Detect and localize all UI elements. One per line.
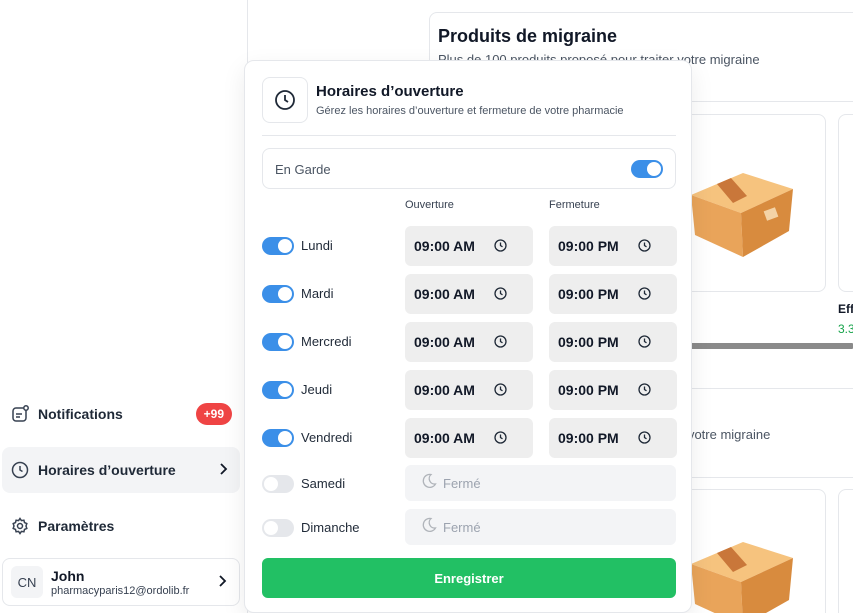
opening-time-mercredi[interactable]: 09:00 AM <box>405 322 533 362</box>
clock-icon <box>494 287 507 305</box>
clock-icon <box>638 287 651 305</box>
sidebar: Notifications +99 Horaires d’ouverture P… <box>0 0 248 613</box>
clock-icon <box>638 239 651 257</box>
box-icon <box>691 542 793 613</box>
product-card[interactable] <box>838 114 853 292</box>
on-duty-label: En Garde <box>275 162 331 177</box>
clock-icon <box>10 460 30 480</box>
avatar: CN <box>11 566 43 598</box>
opening-time-lundi[interactable]: 09:00 AM <box>405 226 533 266</box>
chevron-right-icon <box>218 462 228 479</box>
notification-badge: +99 <box>195 403 232 425</box>
chevron-right-icon <box>217 574 227 593</box>
day-label: Samedi <box>301 476 346 491</box>
popover-title: Horaires d’ouverture <box>316 83 464 100</box>
clock-icon <box>494 239 507 257</box>
notification-icon <box>10 404 30 424</box>
closing-time-mercredi[interactable]: 09:00 PM <box>549 322 677 362</box>
product-value: 3.3 <box>838 322 853 336</box>
sidebar-item-settings[interactable]: Paramètres <box>2 503 240 549</box>
sidebar-item-label: Paramètres <box>38 518 115 534</box>
opening-hours-popover: Horaires d’ouverture Gérez les horaires … <box>244 60 692 613</box>
opening-column-header: Ouverture <box>405 199 454 211</box>
product-name: Eff <box>838 302 853 316</box>
day-label: Vendredi <box>301 430 353 445</box>
clock-icon <box>494 383 507 401</box>
divider <box>262 135 676 136</box>
sidebar-item-label: Horaires d’ouverture <box>38 462 176 478</box>
popover-subtitle: Gérez les horaires d’ouverture et fermet… <box>316 105 624 117</box>
section-subtitle: r votre migraine <box>680 427 771 442</box>
closing-time-lundi[interactable]: 09:00 PM <box>549 226 677 266</box>
closing-time-mardi[interactable]: 09:00 PM <box>549 274 677 314</box>
day-toggle-vendredi[interactable] <box>262 429 294 447</box>
day-label: Mardi <box>301 286 334 301</box>
day-toggle-jeudi[interactable] <box>262 381 294 399</box>
day-label: Jeudi <box>301 382 333 397</box>
sidebar-item-opening-hours[interactable]: Horaires d’ouverture <box>2 447 240 493</box>
opening-time-mardi[interactable]: 09:00 AM <box>405 274 533 314</box>
gear-icon <box>10 516 30 536</box>
clock-icon <box>494 431 507 449</box>
app-root: Produits de migraine Plus de 100 produit… <box>0 0 853 613</box>
clock-icon <box>262 77 308 123</box>
closed-field-samedi[interactable]: Fermé <box>405 465 676 501</box>
day-label: Lundi <box>301 238 333 253</box>
day-toggle-lundi[interactable] <box>262 237 294 255</box>
closing-time-jeudi[interactable]: 09:00 PM <box>549 370 677 410</box>
closed-field-dimanche[interactable]: Fermé <box>405 509 676 545</box>
clock-icon <box>638 431 651 449</box>
user-profile[interactable]: CN John pharmacyparis12@ordolib.fr <box>2 558 240 606</box>
day-label: Dimanche <box>301 520 360 535</box>
day-toggle-samedi[interactable] <box>262 475 294 493</box>
on-duty-row: En Garde <box>262 148 676 189</box>
on-duty-toggle[interactable] <box>631 160 663 178</box>
box-icon <box>691 173 793 257</box>
day-label: Mercredi <box>301 334 352 349</box>
clock-icon <box>494 335 507 353</box>
horizontal-scrollbar[interactable] <box>690 343 853 349</box>
opening-time-jeudi[interactable]: 09:00 AM <box>405 370 533 410</box>
clock-icon <box>638 335 651 353</box>
moon-icon <box>421 517 437 538</box>
save-button[interactable]: Enregistrer <box>262 558 676 598</box>
user-email: pharmacyparis12@ordolib.fr <box>51 584 190 597</box>
opening-time-vendredi[interactable]: 09:00 AM <box>405 418 533 458</box>
user-name: John <box>51 567 85 584</box>
sidebar-item-notifications[interactable]: Notifications +99 <box>2 391 240 437</box>
day-toggle-mardi[interactable] <box>262 285 294 303</box>
clock-icon <box>638 383 651 401</box>
sidebar-item-label: Notifications <box>38 406 123 422</box>
moon-icon <box>421 473 437 494</box>
section-title: Produits de migraine <box>438 26 618 46</box>
closing-time-vendredi[interactable]: 09:00 PM <box>549 418 677 458</box>
day-toggle-mercredi[interactable] <box>262 333 294 351</box>
closing-column-header: Fermeture <box>549 199 600 211</box>
product-card[interactable] <box>838 489 853 613</box>
day-toggle-dimanche[interactable] <box>262 519 294 537</box>
